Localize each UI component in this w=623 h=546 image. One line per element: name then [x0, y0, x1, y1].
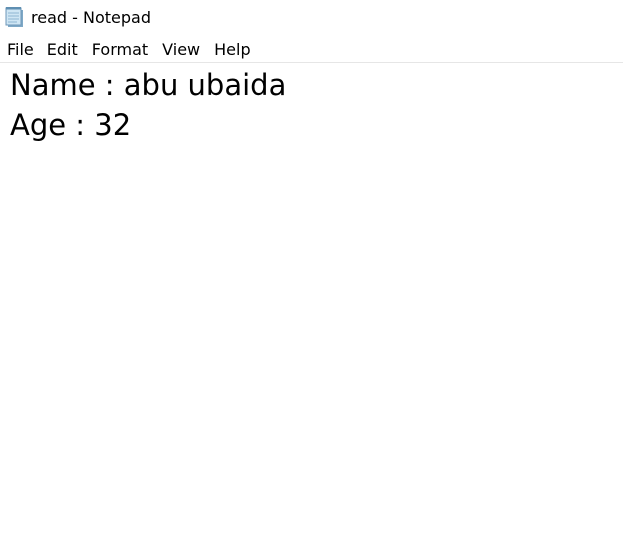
menu-format[interactable]: Format [84, 39, 154, 61]
menu-bar: File Edit Format View Help [0, 38, 623, 62]
editor-line: Age : 32 [10, 108, 132, 142]
editor-line: Name : abu ubaida [10, 68, 287, 102]
menu-edit[interactable]: Edit [40, 39, 84, 61]
menu-file[interactable]: File [2, 39, 40, 61]
title-bar: read - Notepad [0, 0, 623, 36]
notepad-icon [5, 6, 25, 28]
menu-help[interactable]: Help [206, 39, 256, 61]
text-editor[interactable]: Name : abu ubaida Age : 32 [0, 63, 623, 546]
menu-view[interactable]: View [154, 39, 206, 61]
window-title: read - Notepad [31, 8, 151, 27]
